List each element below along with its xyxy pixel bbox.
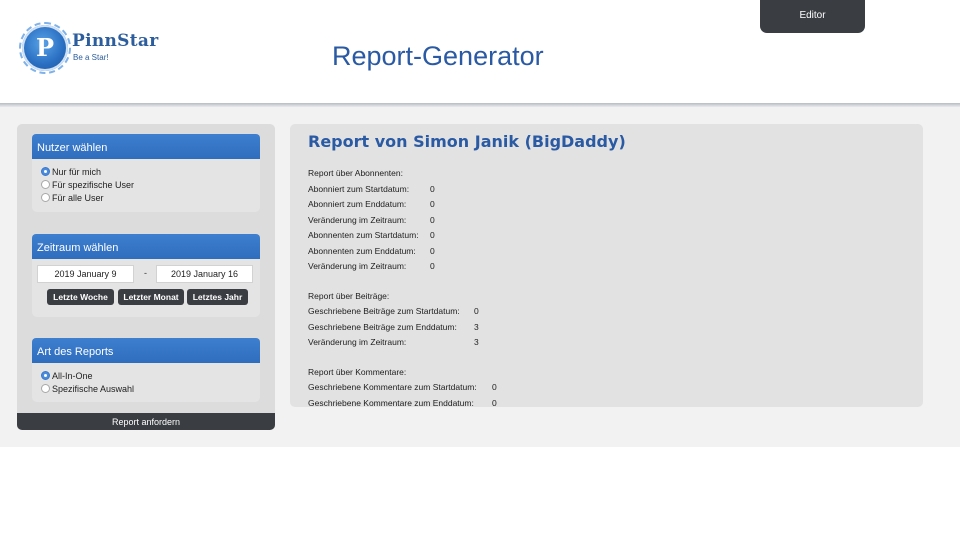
radio-button[interactable] bbox=[41, 384, 50, 393]
main-area: Nutzer wählen Nur für mich Für spezifisc… bbox=[0, 107, 960, 447]
row-label: Veränderung im Zeitraum: bbox=[308, 337, 407, 347]
report-row: Abonnenten zum Enddatum: 0 bbox=[308, 246, 908, 262]
row-label: Geschriebene Kommentare zum Enddatum: bbox=[308, 397, 474, 408]
user-option-specific[interactable]: Für spezifische User bbox=[32, 178, 260, 191]
row-label: Abonniert zum Startdatum: bbox=[308, 183, 410, 194]
report-row: Veränderung im Zeitraum: 0 bbox=[308, 261, 908, 277]
row-value: 0 bbox=[430, 199, 435, 209]
report-content: Report über Abonnenten: Abonniert zum St… bbox=[308, 168, 908, 407]
row-value: 0 bbox=[430, 245, 435, 256]
editor-button[interactable]: Editor bbox=[760, 0, 865, 33]
radio-button-selected[interactable] bbox=[41, 371, 50, 380]
report-panel: Report von Simon Janik (BigDaddy) Report… bbox=[290, 124, 923, 407]
row-value: 3 bbox=[474, 337, 479, 347]
section-heading: Report über Abonnenten: bbox=[308, 168, 403, 178]
row-value: 0 bbox=[474, 306, 479, 316]
user-option-label: Nur für mich bbox=[52, 166, 102, 177]
logo-letter: P bbox=[35, 33, 55, 62]
user-option-label: Für alle User bbox=[52, 192, 104, 203]
report-type-title: Art des Reports bbox=[32, 338, 260, 363]
radio-button[interactable] bbox=[41, 180, 50, 189]
report-row: Veränderung im Zeitraum: 0 bbox=[308, 215, 908, 231]
report-row: Geschriebene Beiträge zum Enddatum: 3 bbox=[308, 322, 908, 338]
date-separator: - bbox=[144, 268, 147, 278]
row-value: 0 bbox=[492, 382, 497, 392]
report-row: Abonnenten zum Startdatum: 0 bbox=[308, 230, 908, 246]
report-type-option-label: All-In-One bbox=[52, 370, 93, 381]
row-value: 3 bbox=[474, 321, 479, 332]
pinnstar-logo[interactable]: P PinnStar Be a Star! bbox=[19, 22, 158, 74]
start-date-input[interactable]: 2019 January 9 bbox=[37, 265, 134, 283]
row-value: 0 bbox=[430, 183, 435, 194]
report-title: Report von Simon Janik (BigDaddy) bbox=[308, 132, 626, 151]
user-option-self[interactable]: Nur für mich bbox=[32, 165, 260, 178]
user-selection-panel: Nutzer wählen Nur für mich Für spezifisc… bbox=[32, 134, 260, 212]
logo-icon: P bbox=[19, 22, 71, 74]
row-label: Abonniert zum Enddatum: bbox=[308, 199, 407, 209]
row-label: Geschriebene Beiträge zum Enddatum: bbox=[308, 321, 457, 332]
report-type-option-label: Spezifische Auswahl bbox=[52, 383, 135, 394]
row-label: Abonnenten zum Startdatum: bbox=[308, 230, 419, 240]
report-row: Abonniert zum Enddatum: 0 bbox=[308, 199, 908, 215]
timeframe-panel: Zeitraum wählen 2019 January 9 - 2019 Ja… bbox=[32, 234, 260, 317]
report-row: Veränderung im Zeitraum: 3 bbox=[308, 337, 908, 353]
user-option-all[interactable]: Für alle User bbox=[32, 191, 260, 204]
logo-tagline: Be a Star! bbox=[73, 53, 109, 62]
row-label: Abonnenten zum Enddatum: bbox=[308, 245, 416, 256]
row-value: 0 bbox=[430, 261, 435, 271]
row-label: Geschriebene Beiträge zum Startdatum: bbox=[308, 306, 460, 316]
section-heading: Report über Beiträge: bbox=[308, 290, 390, 301]
radio-button[interactable] bbox=[41, 193, 50, 202]
last-week-button[interactable]: Letzte Woche bbox=[47, 289, 114, 305]
report-type-panel: Art des Reports All-In-One Spezifische A… bbox=[32, 338, 260, 402]
row-value: 0 bbox=[430, 230, 435, 240]
report-row: Geschriebene Beiträge zum Startdatum: 0 bbox=[308, 306, 908, 322]
last-month-button[interactable]: Letzter Monat bbox=[118, 289, 184, 305]
row-value: 0 bbox=[492, 397, 497, 408]
report-generator-page: P PinnStar Be a Star! Report-Generator E… bbox=[0, 0, 960, 540]
user-selection-title: Nutzer wählen bbox=[32, 134, 260, 159]
row-value: 0 bbox=[430, 214, 435, 225]
row-label: Veränderung im Zeitraum: bbox=[308, 261, 407, 271]
timeframe-title: Zeitraum wählen bbox=[32, 234, 260, 259]
user-option-label: Für spezifische User bbox=[52, 179, 135, 190]
report-type-option-all-in-one[interactable]: All-In-One bbox=[32, 369, 260, 382]
logo-name: PinnStar bbox=[72, 31, 159, 51]
section-heading: Report über Kommentare: bbox=[308, 366, 407, 377]
header: P PinnStar Be a Star! Report-Generator E… bbox=[0, 0, 960, 103]
last-year-button[interactable]: Letztes Jahr bbox=[187, 289, 248, 305]
report-row: Geschriebene Kommentare zum Enddatum: 0 bbox=[308, 398, 908, 408]
end-date-input[interactable]: 2019 January 16 bbox=[156, 265, 253, 283]
report-row: Abonniert zum Startdatum: 0 bbox=[308, 184, 908, 200]
row-label: Veränderung im Zeitraum: bbox=[308, 214, 407, 225]
settings-sidebar: Nutzer wählen Nur für mich Für spezifisc… bbox=[17, 124, 275, 430]
report-type-option-specific[interactable]: Spezifische Auswahl bbox=[32, 382, 260, 395]
page-title: Report-Generator bbox=[332, 41, 544, 71]
request-report-button[interactable]: Report anfordern bbox=[17, 413, 275, 430]
row-label: Geschriebene Kommentare zum Startdatum: bbox=[308, 382, 477, 392]
report-row: Geschriebene Kommentare zum Startdatum: 0 bbox=[308, 382, 908, 398]
radio-button-selected[interactable] bbox=[41, 167, 50, 176]
